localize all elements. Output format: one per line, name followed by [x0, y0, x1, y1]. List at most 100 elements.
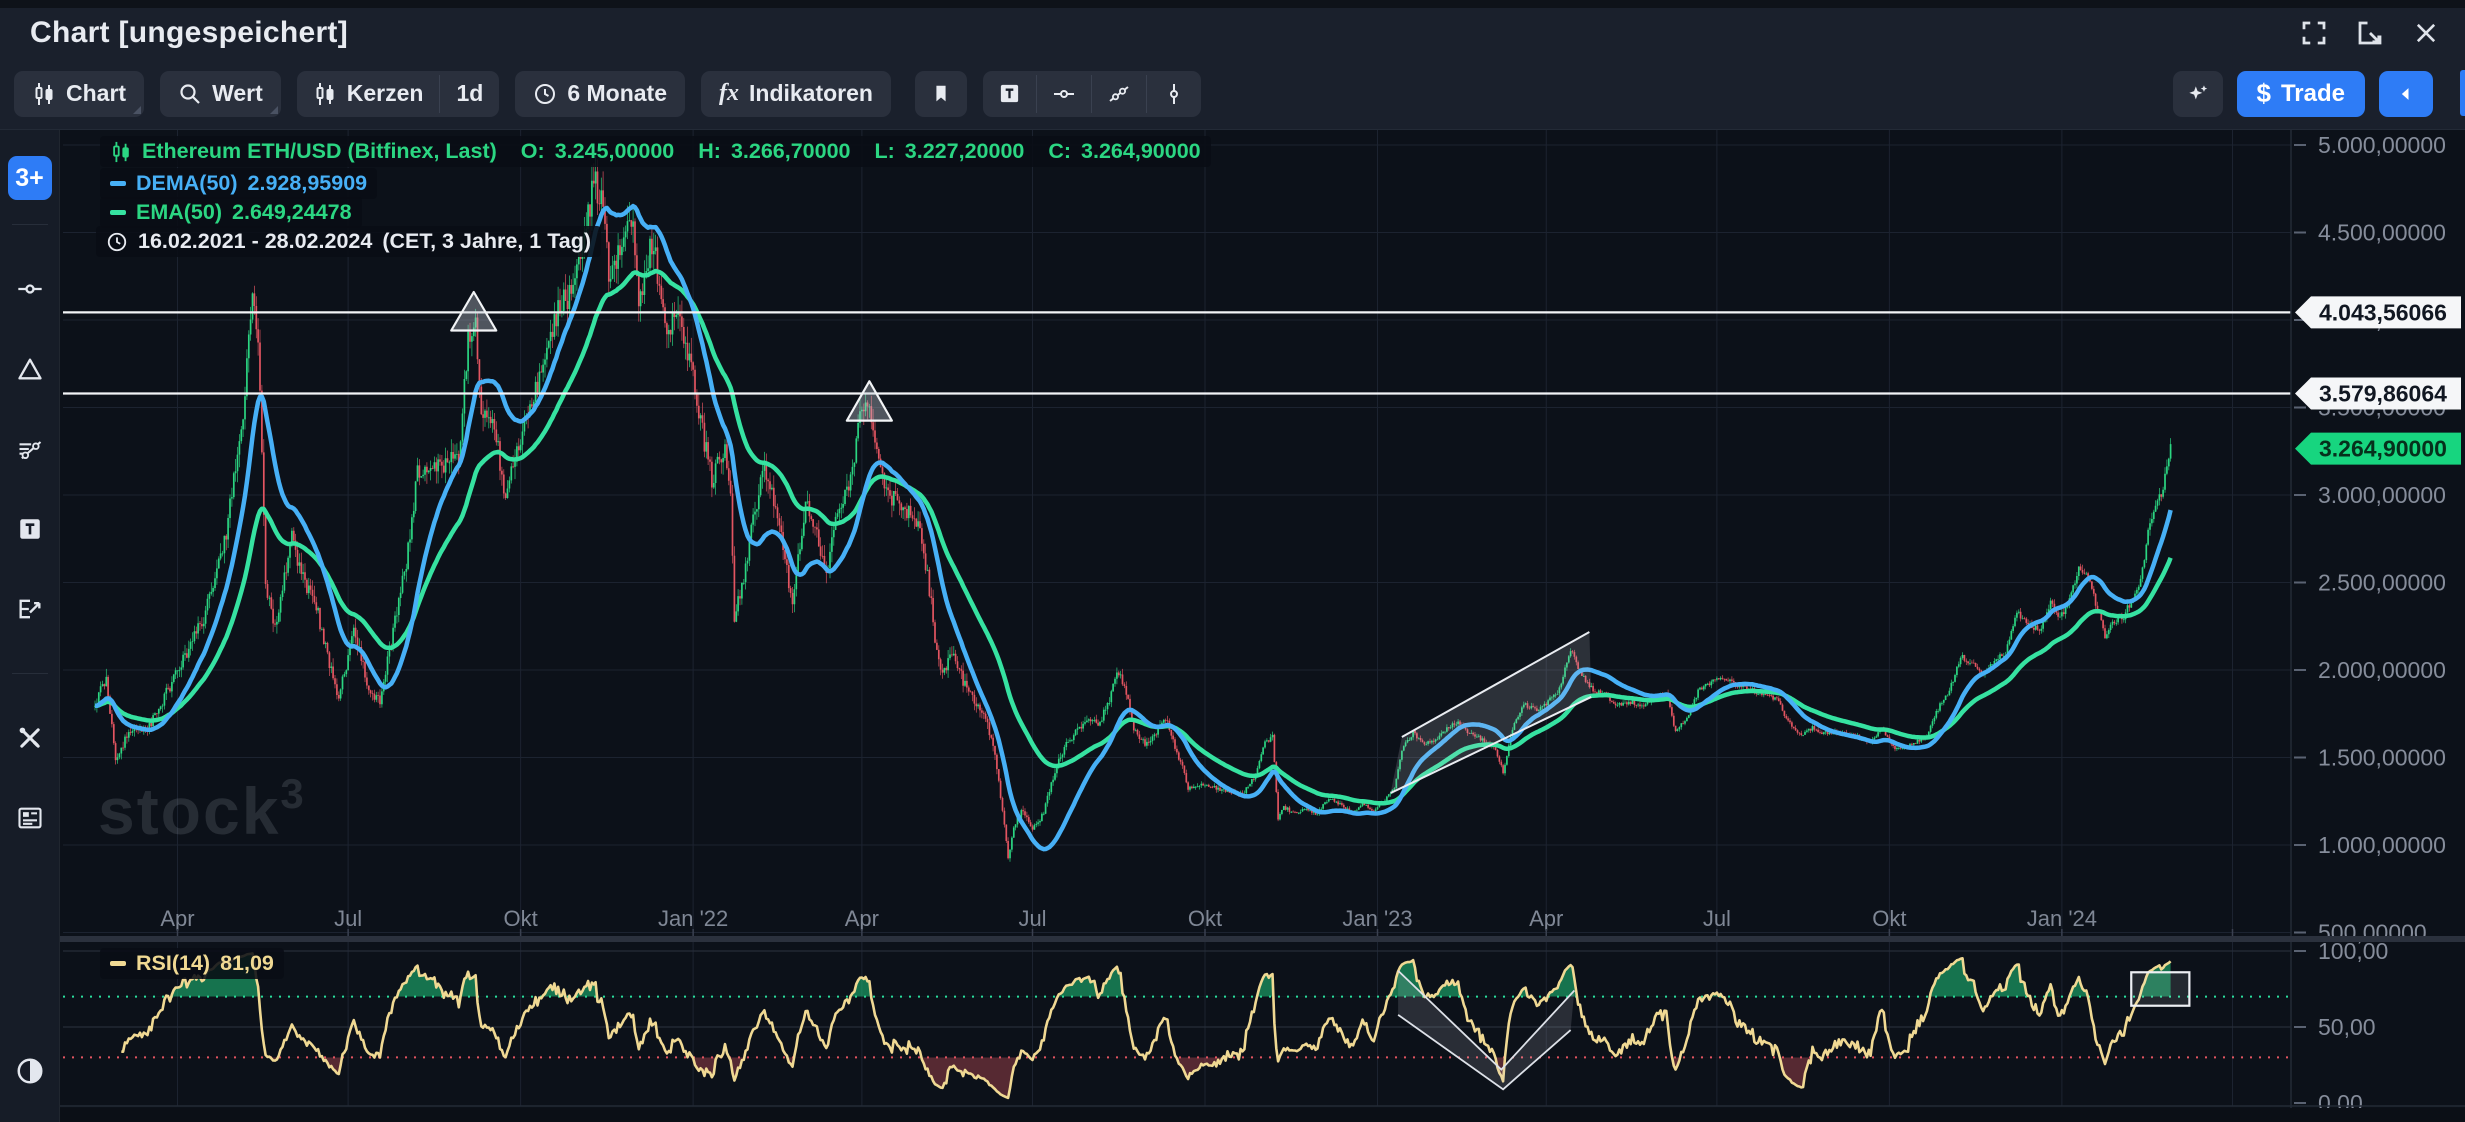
- toolbar: Chart Wert Kerzen 1d 6 Monate fx Indikat…: [0, 58, 2465, 130]
- price-axis[interactable]: 5.000,000004.500,000004.000,000003.500,0…: [2291, 130, 2465, 1122]
- candle-style-button[interactable]: Kerzen: [297, 71, 440, 117]
- dema-line[interactable]: [95, 206, 2171, 849]
- rsi-legend[interactable]: RSI(14) 81,09: [100, 948, 284, 979]
- drawing-tools-group: [983, 71, 1201, 117]
- indicators-button[interactable]: fx Indikatoren: [701, 71, 891, 117]
- text-box-icon: [998, 82, 1021, 105]
- right-panel-edge[interactable]: [2460, 70, 2465, 116]
- svg-text:Jan '23: Jan '23: [1342, 906, 1412, 931]
- sidebar-theme-toggle[interactable]: [7, 1048, 53, 1094]
- series-legend[interactable]: Ethereum ETH/USD (Bitfinex, Last) O: 3.24…: [100, 136, 1211, 167]
- triangle-annotation[interactable]: [847, 381, 892, 420]
- close-button[interactable]: [2409, 16, 2443, 50]
- rsi-highlight-box[interactable]: [2131, 972, 2189, 1005]
- magic-tools-button[interactable]: [2173, 71, 2223, 117]
- series-title: Ethereum ETH/USD (Bitfinex, Last): [142, 139, 497, 164]
- dollar-icon: $: [2257, 78, 2271, 109]
- ema-line[interactable]: [95, 271, 2171, 803]
- sidebar-layout-templates[interactable]: [7, 795, 53, 841]
- sidebar-triangle-tool[interactable]: [7, 346, 53, 392]
- vertical-line-tool-button[interactable]: [1147, 71, 1201, 117]
- trendlines-tool-icon: [16, 435, 44, 463]
- trendline-tool-button[interactable]: [1092, 71, 1146, 117]
- rsi-channel-annotation[interactable]: [1398, 971, 1574, 1090]
- svg-text:Okt: Okt: [1188, 906, 1222, 931]
- stock3-plus-logo[interactable]: 3+: [8, 156, 52, 200]
- left-sidebar: 3+: [0, 130, 60, 1122]
- svg-text:4.500,00000: 4.500,00000: [2318, 220, 2446, 246]
- layout-templates-icon: [16, 804, 44, 832]
- open-label: O:: [521, 139, 545, 164]
- trendline-icon: [1107, 82, 1131, 106]
- window-top-strip: [0, 0, 2465, 8]
- panel-divider[interactable]: [60, 936, 2465, 942]
- rsi-value: 81,09: [220, 951, 274, 976]
- bookmark-group: [915, 71, 967, 117]
- dema-legend[interactable]: DEMA(50) 2.928,95909: [100, 168, 377, 199]
- svg-text:2.500,00000: 2.500,00000: [2318, 570, 2446, 596]
- symbol-search-button[interactable]: Wert: [160, 71, 281, 117]
- wert-button-label: Wert: [212, 80, 263, 107]
- ema-value: 2.649,24478: [232, 200, 352, 225]
- period-button[interactable]: 6 Monate: [515, 71, 685, 117]
- triangle-annotation[interactable]: [451, 292, 496, 331]
- svg-text:50,00: 50,00: [2318, 1014, 2376, 1040]
- candles-layer: [95, 153, 2171, 862]
- title-bar: Chart [ungespeichert]: [0, 8, 2465, 58]
- candlestick-icon: [32, 82, 56, 106]
- svg-text:Okt: Okt: [504, 906, 538, 931]
- low-label: L:: [875, 139, 895, 164]
- close-icon: [2412, 19, 2440, 47]
- sidebar-elliott-wave-tool[interactable]: [7, 586, 53, 632]
- candlestick-icon: [110, 141, 132, 163]
- ema-legend[interactable]: EMA(50) 2.649,24478: [100, 197, 362, 228]
- svg-text:3.264,90000: 3.264,90000: [2319, 436, 2447, 462]
- horizontal-line-icon: [1052, 82, 1076, 106]
- fullscreen-button[interactable]: [2297, 16, 2331, 50]
- popout-button[interactable]: [2353, 16, 2387, 50]
- range-info: (CET, 3 Jahre, 1 Tag): [382, 229, 591, 254]
- sparkle-icon: [2185, 81, 2211, 107]
- daterange-legend[interactable]: 16.02.2021 - 28.02.2024 (CET, 3 Jahre, 1…: [96, 226, 601, 257]
- channel-annotation-fill[interactable]: [1391, 632, 1592, 793]
- open-value: 3.245,00000: [555, 139, 675, 164]
- horizontal-line-tool-button[interactable]: [1037, 71, 1091, 117]
- kerzen-label: Kerzen: [347, 80, 424, 107]
- svg-text:Jul: Jul: [334, 906, 362, 931]
- collapse-panel-button[interactable]: [2379, 71, 2433, 117]
- svg-text:1.500,00000: 1.500,00000: [2318, 745, 2446, 771]
- rsi-label: RSI(14): [136, 951, 210, 976]
- candle-interval-group: Kerzen 1d: [297, 71, 500, 117]
- sidebar-trendlines-tool[interactable]: [7, 426, 53, 472]
- sidebar-horizontal-line-tool[interactable]: [7, 266, 53, 312]
- horizontal-line-tool-icon: [16, 275, 44, 303]
- ema-swatch-icon: [110, 210, 126, 215]
- range-label: 16.02.2021 - 28.02.2024: [138, 229, 372, 254]
- bookmark-button[interactable]: [915, 71, 967, 117]
- chart-button-label: Chart: [66, 80, 126, 107]
- rsi-swatch-icon: [110, 961, 126, 966]
- svg-text:1.000,00000: 1.000,00000: [2318, 832, 2446, 858]
- low-value: 3.227,20000: [905, 139, 1025, 164]
- close-label: C:: [1048, 139, 1071, 164]
- clock-icon: [533, 82, 557, 106]
- svg-text:Okt: Okt: [1872, 906, 1906, 931]
- svg-text:Apr: Apr: [160, 906, 194, 931]
- fullscreen-icon: [2299, 18, 2329, 48]
- interval-button[interactable]: 1d: [440, 71, 499, 117]
- rsi-line[interactable]: [121, 953, 2170, 1098]
- chart-type-button[interactable]: Chart: [14, 71, 144, 117]
- divider: [12, 673, 48, 674]
- sidebar-text-tool[interactable]: [7, 506, 53, 552]
- rsi-panel[interactable]: [63, 953, 2291, 1098]
- popout-icon: [2355, 18, 2385, 48]
- bottom-strip: [60, 1108, 2465, 1122]
- time-axis[interactable]: AprJulOktJan '22AprJulOktJan '23AprJulOk…: [60, 906, 2465, 1122]
- svg-text:Apr: Apr: [845, 906, 879, 931]
- svg-text:Jul: Jul: [1018, 906, 1046, 931]
- svg-text:3.579,86064: 3.579,86064: [2319, 381, 2447, 407]
- text-box-tool-button[interactable]: [983, 71, 1036, 117]
- dema-value: 2.928,95909: [248, 171, 368, 196]
- trade-button[interactable]: $ Trade: [2237, 71, 2366, 117]
- sidebar-tools[interactable]: [7, 715, 53, 761]
